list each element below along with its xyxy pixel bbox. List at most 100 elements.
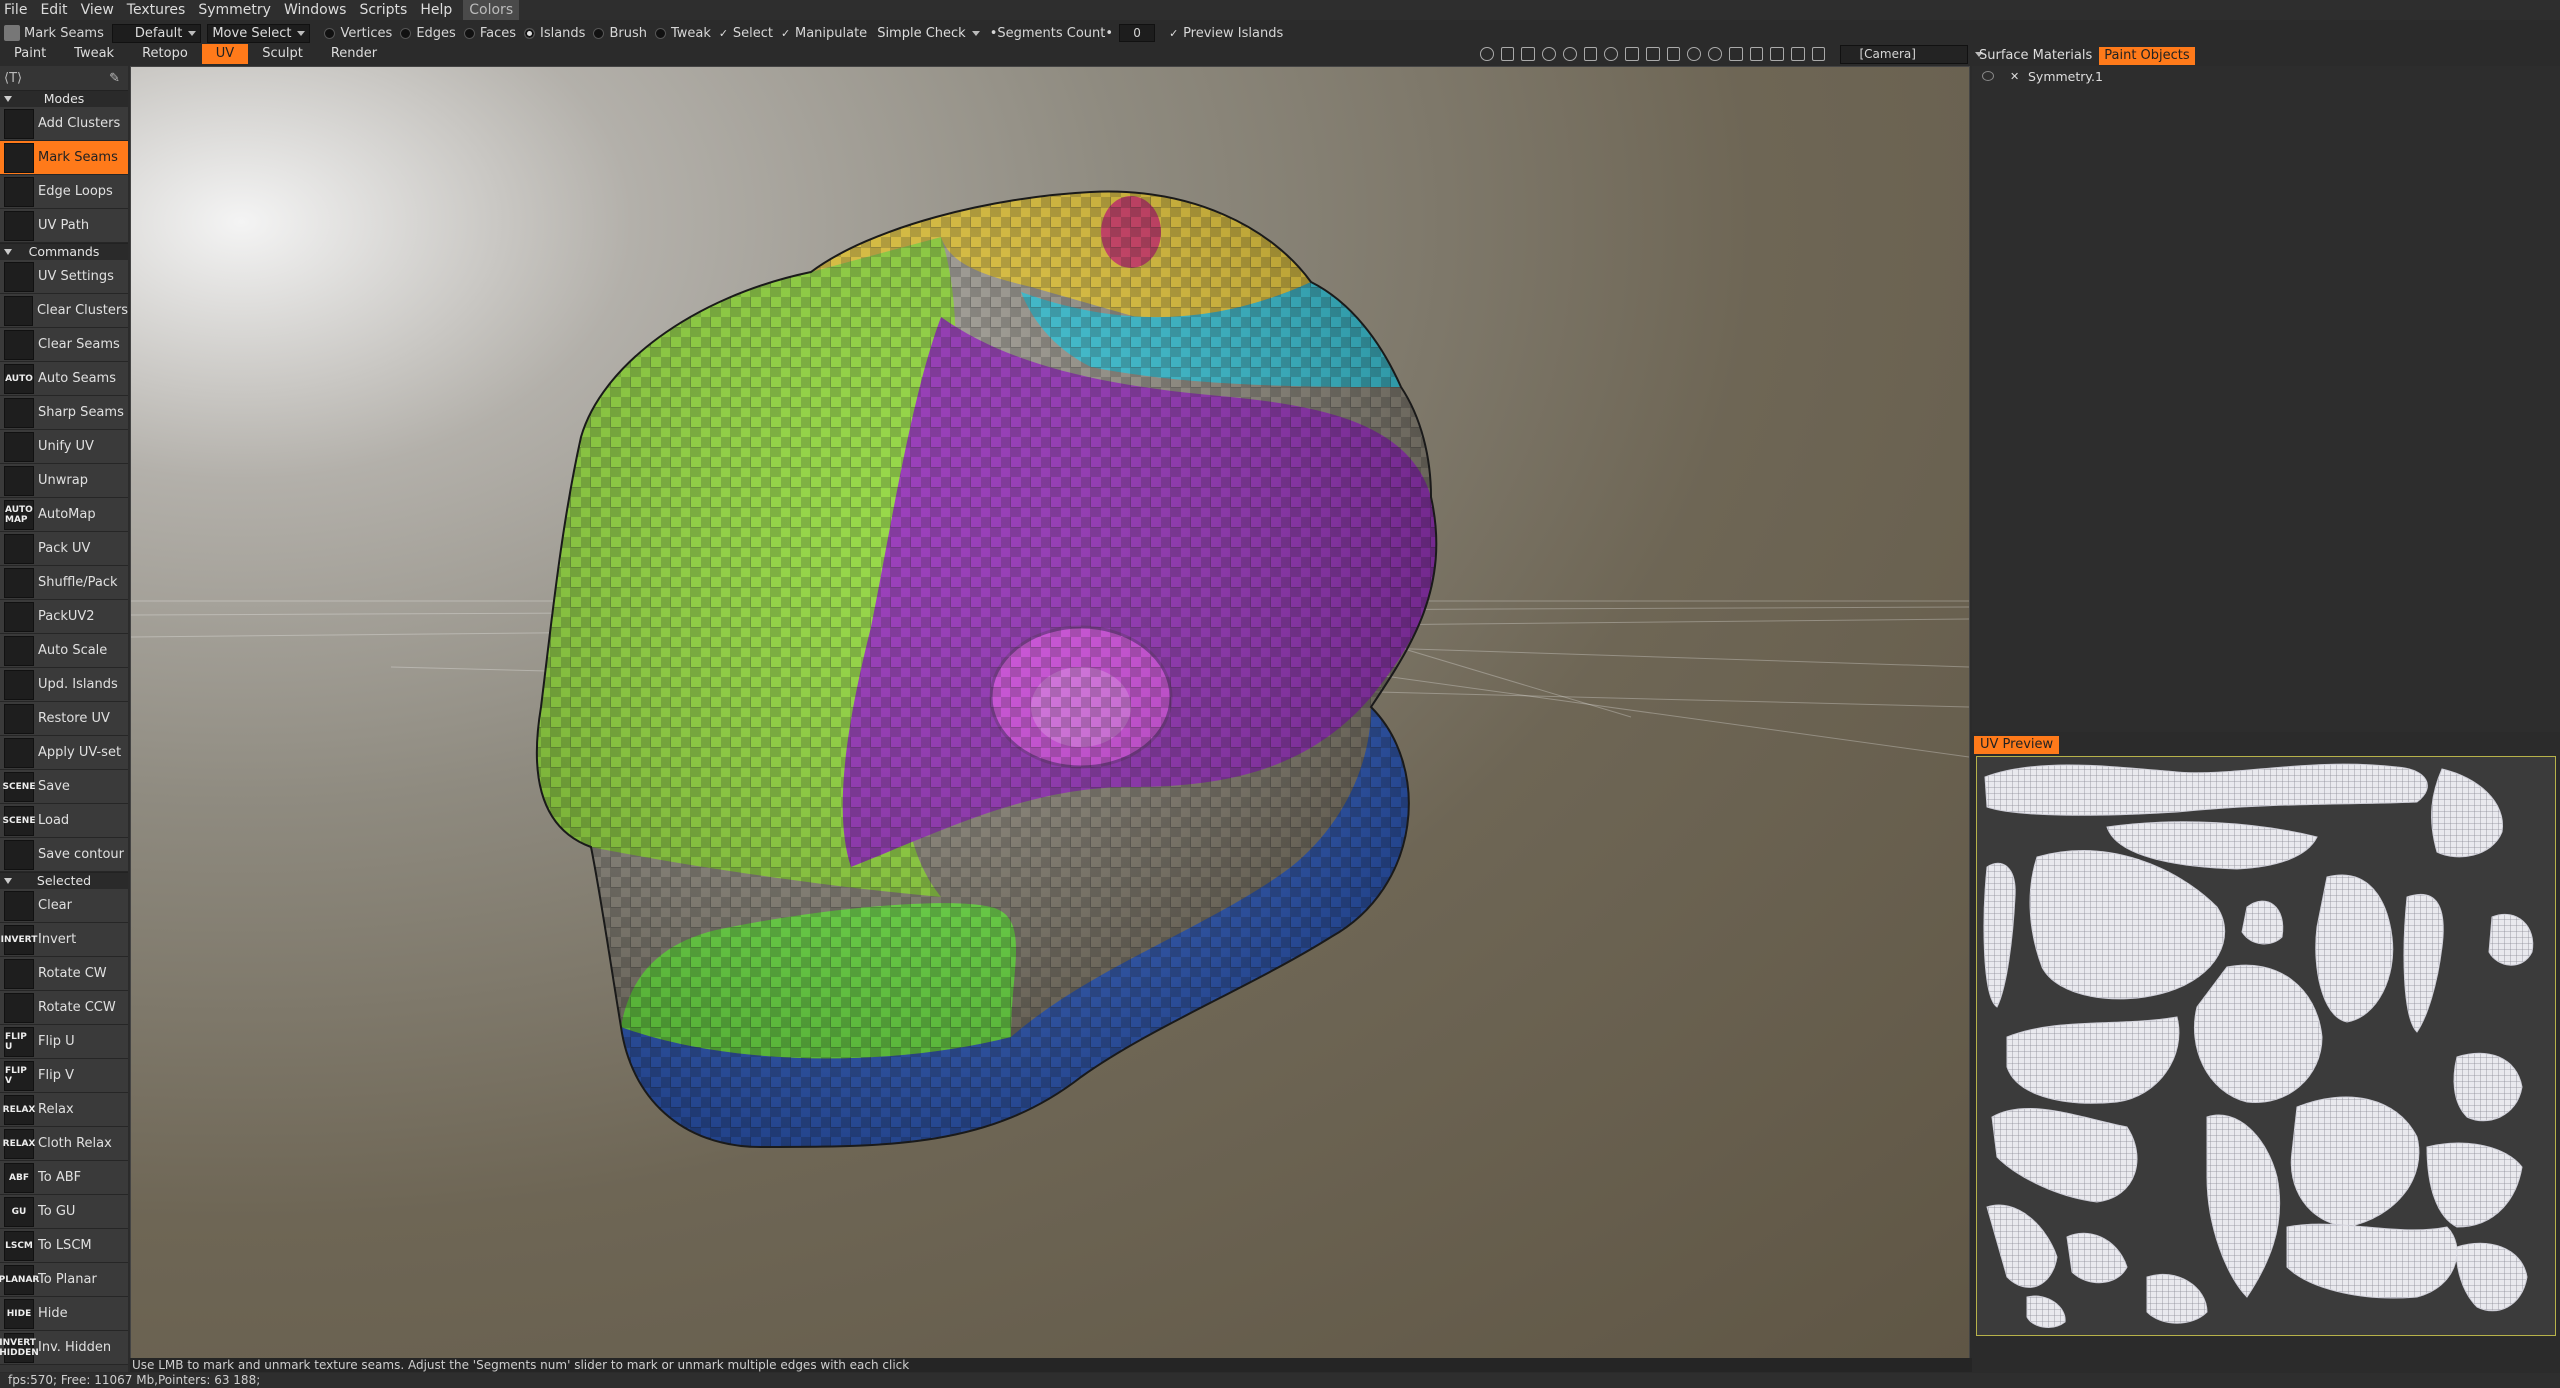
- rotate-view-icon[interactable]: [1562, 47, 1577, 61]
- tool-button-flip-v[interactable]: FLIP V Flip V: [0, 1059, 128, 1093]
- tool-button-auto-scale[interactable]: Auto Scale: [0, 634, 128, 668]
- tool-button-pack-uv[interactable]: Pack UV: [0, 532, 128, 566]
- tool-button-cloth-relax[interactable]: RELAX Cloth Relax: [0, 1127, 128, 1161]
- tool-button-clear[interactable]: Clear: [0, 889, 128, 923]
- segments-count-slider[interactable]: •Segments Count•: [990, 26, 1113, 41]
- frame-icon[interactable]: [1645, 47, 1660, 61]
- play-icon[interactable]: [1625, 47, 1639, 61]
- tool-button-mark-seams[interactable]: Mark Seams: [0, 141, 128, 175]
- tool-button-label: Auto Scale: [38, 643, 108, 658]
- move-mode-dropdown[interactable]: Move Select: [207, 23, 311, 43]
- edges-radio[interactable]: [400, 27, 412, 39]
- tool-button-to-planar[interactable]: PLANAR To Planar: [0, 1263, 128, 1297]
- invert-icon: INVERT: [1, 924, 37, 955]
- menu-textures[interactable]: Textures: [123, 0, 195, 20]
- tool-button-auto-seams[interactable]: AUTO Auto Seams: [0, 362, 128, 396]
- tool-button-clear-seams[interactable]: Clear Seams: [0, 328, 128, 362]
- room-tab-uv[interactable]: UV: [201, 44, 249, 64]
- room-tab-sculpt[interactable]: Sculpt: [248, 44, 317, 64]
- pen-icon[interactable]: ✎: [109, 71, 120, 86]
- tool-button-edge-loops[interactable]: Edge Loops: [0, 175, 128, 209]
- tool-button-to-lscm[interactable]: LSCM To LSCM: [0, 1229, 128, 1263]
- modes-header[interactable]: Modes: [0, 90, 128, 107]
- menu-view[interactable]: View: [77, 0, 123, 20]
- preset-dropdown[interactable]: Default: [111, 23, 202, 43]
- tab-paint-objects[interactable]: Paint Objects: [2099, 47, 2195, 65]
- tool-button-clear-clusters[interactable]: Clear Clusters: [0, 294, 128, 328]
- light-rotate-icon[interactable]: [1521, 47, 1536, 61]
- room-tab-render[interactable]: Render: [317, 44, 391, 64]
- tweak-radio[interactable]: [654, 27, 666, 39]
- vertices-radio[interactable]: [324, 27, 336, 39]
- tool-button-add-clusters[interactable]: Add Clusters: [0, 107, 128, 141]
- tool-button-hide[interactable]: HIDE Hide: [0, 1297, 128, 1331]
- brush-radio[interactable]: [593, 27, 605, 39]
- menu-symmetry[interactable]: Symmetry: [194, 0, 280, 20]
- menu-windows[interactable]: Windows: [280, 0, 356, 20]
- tool-button-upd-islands[interactable]: Upd. Islands: [0, 668, 128, 702]
- menu-scripts[interactable]: Scripts: [355, 0, 416, 20]
- viewport-toolbar: [Camera]: [1480, 44, 1983, 64]
- sphere-icon[interactable]: [1708, 47, 1722, 61]
- simple-check-dropdown[interactable]: Simple Check: [873, 25, 984, 42]
- grid-icon[interactable]: [1728, 47, 1743, 61]
- screenshot-icon[interactable]: [1770, 47, 1785, 61]
- tool-button-relax[interactable]: RELAX Relax: [0, 1093, 128, 1127]
- light-icon[interactable]: [1500, 47, 1515, 61]
- tool-button-save[interactable]: SCENE Save: [0, 770, 128, 804]
- menu-edit[interactable]: Edit: [36, 0, 76, 20]
- text-tool-icon[interactable]: ⟨T⟩: [4, 71, 22, 86]
- tool-button-load[interactable]: SCENE Load: [0, 804, 128, 838]
- shading-icon[interactable]: [1480, 47, 1494, 61]
- layout-icon[interactable]: [1811, 47, 1826, 61]
- menu-help[interactable]: Help: [416, 0, 461, 20]
- tool-button-restore-uv[interactable]: Restore UV: [0, 702, 128, 736]
- tweak-label: Tweak: [670, 25, 711, 41]
- camera-dropdown[interactable]: [Camera]: [1840, 44, 1983, 64]
- uv-preview-panel[interactable]: [1976, 756, 2556, 1336]
- tool-button-to-gu[interactable]: GU To GU: [0, 1195, 128, 1229]
- tool-button-invert[interactable]: INVERT Invert: [0, 923, 128, 957]
- render-icon[interactable]: [1791, 47, 1805, 61]
- axis-icon[interactable]: [1749, 47, 1764, 61]
- islands-radio[interactable]: [523, 27, 535, 39]
- tool-button-apply-uv-set[interactable]: Apply UV-set: [0, 736, 128, 770]
- tool-button-flip-u[interactable]: FLIP U Flip U: [0, 1025, 128, 1059]
- uv-preview-tab[interactable]: UV Preview: [1974, 736, 2060, 754]
- room-tab-paint[interactable]: Paint: [0, 44, 60, 64]
- tool-button-save-contour[interactable]: Save contour: [0, 838, 128, 872]
- commands-header[interactable]: Commands: [0, 243, 128, 260]
- tool-button-uv-path[interactable]: UV Path: [0, 209, 128, 243]
- 3d-viewport[interactable]: [130, 66, 1970, 1360]
- segments-count-input[interactable]: 0: [1119, 24, 1156, 42]
- selected-header[interactable]: Selected: [0, 872, 128, 889]
- preview-islands-checkbox[interactable]: ✓: [1169, 27, 1179, 40]
- select-checkbox[interactable]: ✓: [719, 27, 729, 40]
- tool-button-uv-settings[interactable]: UV Settings: [0, 260, 128, 294]
- tool-button-sharp-seams[interactable]: Sharp Seams: [0, 396, 128, 430]
- tool-button-to-abf[interactable]: ABF To ABF: [0, 1161, 128, 1195]
- room-tab-retopo[interactable]: Retopo: [128, 44, 202, 64]
- pan-icon[interactable]: [1583, 47, 1598, 61]
- tool-button-rotate-ccw[interactable]: Rotate CCW: [0, 991, 128, 1025]
- tree-item-symmetry[interactable]: ✕ Symmetry.1: [1972, 66, 2560, 86]
- room-tab-tweak[interactable]: Tweak: [60, 44, 128, 64]
- menu-colors[interactable]: Colors: [463, 0, 520, 20]
- tool-button-unwrap[interactable]: Unwrap: [0, 464, 128, 498]
- tool-button-unify-uv[interactable]: Unify UV: [0, 430, 128, 464]
- tool-button-inv-hidden[interactable]: INVERT HIDDEN Inv. Hidden: [0, 1331, 128, 1365]
- faces-radio[interactable]: [463, 27, 475, 39]
- eye-icon[interactable]: [1982, 71, 1994, 81]
- tab-surface-materials[interactable]: Surface Materials: [1974, 47, 2097, 65]
- zoom-icon[interactable]: [1604, 47, 1619, 61]
- manipulate-checkbox[interactable]: ✓: [781, 27, 791, 40]
- tool-button-packuv2[interactable]: PackUV2: [0, 600, 128, 634]
- no-entry-icon[interactable]: [1687, 47, 1702, 61]
- drop-icon[interactable]: [1542, 47, 1556, 61]
- tool-button-automap[interactable]: AUTO MAP AutoMap: [0, 498, 128, 532]
- fit-icon[interactable]: [1666, 47, 1681, 61]
- menu-file[interactable]: File: [0, 0, 36, 20]
- close-icon[interactable]: ✕: [2010, 70, 2022, 83]
- tool-button-rotate-cw[interactable]: Rotate CW: [0, 957, 128, 991]
- tool-button-shuffle-pack[interactable]: Shuffle/Pack: [0, 566, 128, 600]
